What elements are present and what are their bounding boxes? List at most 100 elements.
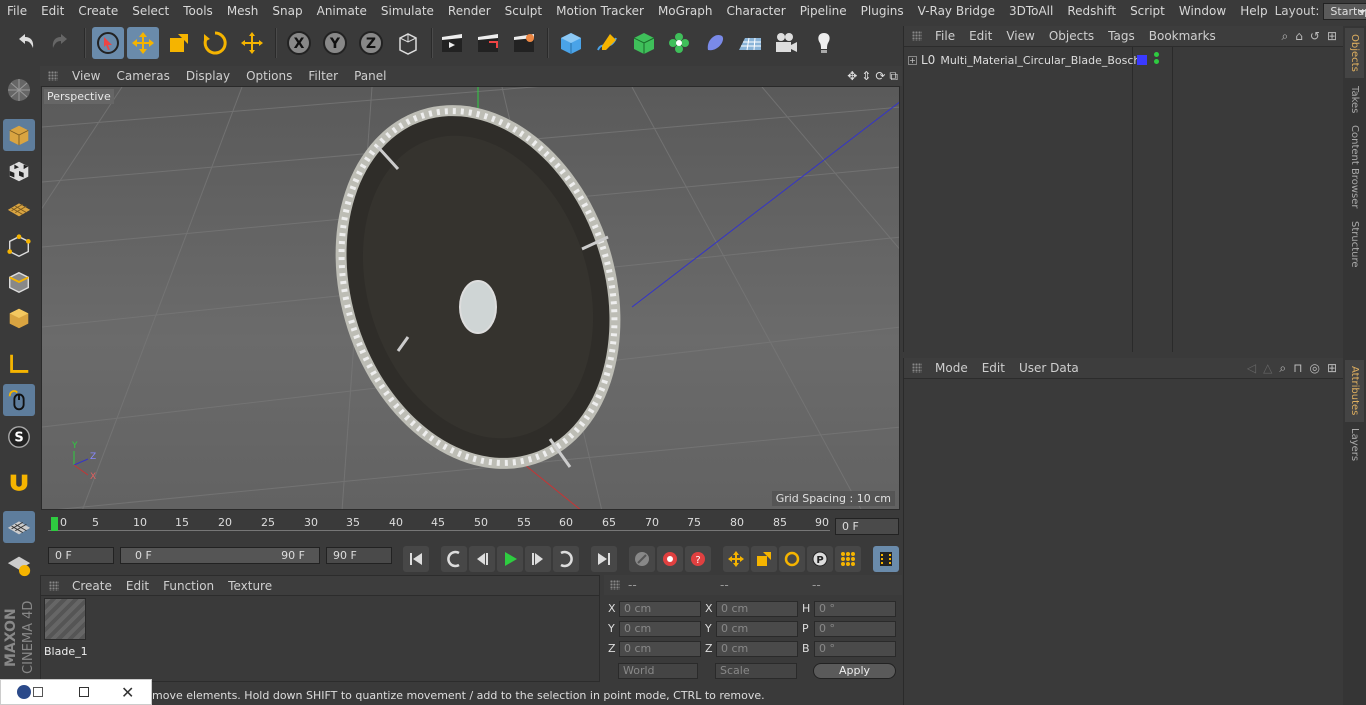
cube-primitive-icon[interactable] <box>555 27 587 59</box>
y-axis-lock-icon[interactable]: Y <box>319 27 351 59</box>
new-window-icon[interactable]: ⊞ <box>1327 29 1337 44</box>
redo-icon[interactable] <box>44 27 76 59</box>
up-arrow-icon[interactable]: △ <box>1263 361 1272 376</box>
size-y-field[interactable]: 0 cm <box>716 621 798 637</box>
key-parameter-icon[interactable]: P <box>807 546 833 572</box>
object-menu-view[interactable]: View <box>999 29 1041 43</box>
select-tool-icon[interactable] <box>92 27 124 59</box>
size-x-field[interactable]: 0 cm <box>716 601 798 617</box>
object-menu-edit[interactable]: Edit <box>962 29 999 43</box>
material-menu-edit[interactable]: Edit <box>119 579 156 593</box>
material-menu-texture[interactable]: Texture <box>221 579 279 593</box>
transform-tool-icon[interactable] <box>236 27 268 59</box>
viewport-menu-options[interactable]: Options <box>238 69 300 83</box>
z-axis-lock-icon[interactable]: Z <box>355 27 387 59</box>
key-rotation-icon[interactable] <box>779 546 805 572</box>
menu-script[interactable]: Script <box>1123 4 1172 18</box>
size-z-field[interactable]: 0 cm <box>716 641 798 657</box>
world-mode-select[interactable]: World <box>618 663 698 679</box>
rotate-tool-icon[interactable] <box>199 27 231 59</box>
viewport-maximize-icon[interactable]: ⧉ <box>889 69 898 84</box>
play-icon[interactable] <box>497 546 523 572</box>
layer-color-swatch[interactable] <box>1137 55 1147 65</box>
tweak-mode-icon[interactable] <box>3 384 35 416</box>
key-position-icon[interactable] <box>723 546 749 572</box>
x-axis-lock-icon[interactable]: X <box>283 27 315 59</box>
polygon-mode-icon[interactable] <box>3 302 35 334</box>
menu-sculpt[interactable]: Sculpt <box>498 4 549 18</box>
attribute-menu-edit[interactable]: Edit <box>975 361 1012 375</box>
cloner-icon[interactable] <box>663 27 695 59</box>
apply-button[interactable]: Apply <box>813 663 896 679</box>
workplane-grid-icon[interactable] <box>3 549 35 581</box>
end-frame-field[interactable]: 90 F <box>326 547 392 564</box>
position-y-field[interactable]: 0 cm <box>619 621 701 637</box>
tab-structure[interactable]: Structure <box>1345 216 1364 272</box>
scale-tool-icon[interactable] <box>163 27 195 59</box>
camera-icon[interactable] <box>770 27 802 59</box>
scale-mode-select[interactable]: Scale <box>715 663 797 679</box>
render-region-icon[interactable] <box>472 27 504 59</box>
edge-mode-icon[interactable] <box>3 266 35 298</box>
floor-icon[interactable] <box>734 27 766 59</box>
back-arrow-icon[interactable]: ◁ <box>1247 361 1256 376</box>
menu-plugins[interactable]: Plugins <box>854 4 911 18</box>
tab-layers[interactable]: Layers <box>1345 424 1364 466</box>
close-icon[interactable]: ✕ <box>121 683 134 702</box>
render-settings-icon[interactable] <box>508 27 540 59</box>
viewport-rotate-icon[interactable]: ⟳ <box>875 69 885 84</box>
layout-select[interactable]: Startup <box>1323 2 1366 20</box>
search-icon[interactable]: ⌕ <box>1279 361 1286 376</box>
material-menu-create[interactable]: Create <box>65 579 119 593</box>
perspective-viewport[interactable]: Y Z X Perspective Grid Spacing : 10 cm <box>41 86 900 510</box>
menu-mograph[interactable]: MoGraph <box>651 4 720 18</box>
subdivision-icon[interactable] <box>628 27 660 59</box>
viewport-menu-cameras[interactable]: Cameras <box>108 69 177 83</box>
search-icon[interactable]: ⌕ <box>1282 29 1289 44</box>
tab-attributes[interactable]: Attributes <box>1345 360 1364 422</box>
go-to-end-icon[interactable] <box>591 546 617 572</box>
tab-content-browser[interactable]: Content Browser <box>1345 122 1364 212</box>
axis-mode-icon[interactable] <box>3 348 35 380</box>
timeline-ruler[interactable]: 0 5 10 15 20 25 30 35 40 45 50 55 60 65 … <box>48 514 830 538</box>
menu-snap[interactable]: Snap <box>265 4 309 18</box>
expand-icon[interactable]: + <box>908 55 917 65</box>
menu-file[interactable]: File <box>0 4 34 18</box>
tab-objects[interactable]: Objects <box>1345 28 1364 78</box>
workplane-mode-icon[interactable] <box>3 192 35 224</box>
material-menu-function[interactable]: Function <box>156 579 221 593</box>
current-frame-field[interactable]: 0 F <box>835 518 899 535</box>
point-mode-icon[interactable] <box>3 230 35 262</box>
solo-mode-icon[interactable]: S <box>3 421 35 453</box>
make-editable-icon[interactable] <box>3 74 35 106</box>
key-pla-icon[interactable] <box>835 546 861 572</box>
viewport-menu-display[interactable]: Display <box>178 69 238 83</box>
pen-spline-icon[interactable] <box>591 27 623 59</box>
frame-range-slider[interactable]: 0 F 90 F <box>120 547 320 564</box>
menu-character[interactable]: Character <box>719 4 792 18</box>
menu-mesh[interactable]: Mesh <box>220 4 266 18</box>
menu-vray-bridge[interactable]: V-Ray Bridge <box>911 4 1002 18</box>
menu-motion-tracker[interactable]: Motion Tracker <box>549 4 651 18</box>
key-scale-icon[interactable] <box>751 546 777 572</box>
viewport-menu-filter[interactable]: Filter <box>300 69 346 83</box>
prev-key-icon[interactable] <box>441 546 467 572</box>
tab-takes[interactable]: Takes <box>1345 80 1364 120</box>
menu-edit[interactable]: Edit <box>34 4 71 18</box>
go-to-start-icon[interactable] <box>403 546 429 572</box>
object-menu-tags[interactable]: Tags <box>1101 29 1142 43</box>
deformer-icon[interactable] <box>699 27 731 59</box>
menu-render[interactable]: Render <box>441 4 498 18</box>
target-icon[interactable]: ◎ <box>1309 361 1319 376</box>
viewport-menu-view[interactable]: View <box>64 69 108 83</box>
menu-3dtoall[interactable]: 3DToAll <box>1002 4 1060 18</box>
menu-window[interactable]: Window <box>1172 4 1233 18</box>
maximize-icon[interactable] <box>79 687 89 697</box>
object-menu-objects[interactable]: Objects <box>1042 29 1101 43</box>
lock-icon[interactable]: ⊓ <box>1293 361 1302 376</box>
record-keys-icon[interactable] <box>629 546 655 572</box>
rotation-p-field[interactable]: 0 ° <box>814 621 896 637</box>
prev-frame-icon[interactable] <box>469 546 495 572</box>
menu-simulate[interactable]: Simulate <box>374 4 441 18</box>
menu-pipeline[interactable]: Pipeline <box>793 4 854 18</box>
